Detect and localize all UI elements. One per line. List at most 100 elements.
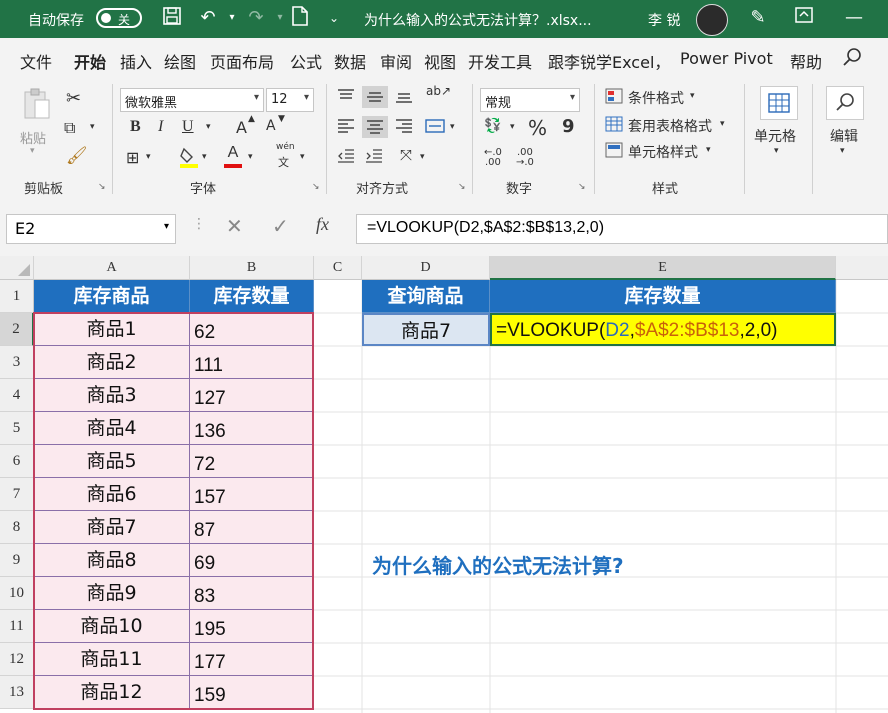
minimize-icon[interactable]: —: [842, 6, 866, 30]
clipboard-launcher-icon[interactable]: ↘: [98, 182, 106, 192]
cells-icon[interactable]: [760, 86, 798, 120]
align-right-icon[interactable]: [394, 118, 414, 138]
font-color-dropdown-icon[interactable]: ▾: [248, 152, 253, 162]
align-middle-icon[interactable]: [362, 86, 388, 108]
tab-help[interactable]: 帮助: [790, 49, 822, 73]
cell-a9[interactable]: 商品8: [34, 544, 190, 577]
user-avatar[interactable]: [696, 4, 728, 36]
tab-developer[interactable]: 开发工具: [468, 49, 532, 73]
cell-b2[interactable]: 62: [190, 313, 314, 346]
new-file-icon[interactable]: [288, 6, 312, 30]
tab-formulas[interactable]: 公式: [290, 49, 322, 73]
cell-b13[interactable]: 159: [190, 676, 314, 709]
row-header-11[interactable]: 11: [0, 610, 34, 643]
paste-dropdown-icon[interactable]: ▾: [30, 146, 35, 156]
cell-b4[interactable]: 127: [190, 379, 314, 412]
cell-b12[interactable]: 177: [190, 643, 314, 676]
cell-b1[interactable]: 库存数量: [190, 280, 314, 313]
borders-icon[interactable]: ⊞: [126, 148, 139, 167]
cell-a7[interactable]: 商品6: [34, 478, 190, 511]
formula-input[interactable]: =VLOOKUP(D2,$A$2:$B$13,2,0): [356, 214, 888, 244]
search-icon[interactable]: [842, 47, 862, 71]
tab-power-pivot[interactable]: Power Pivot: [680, 49, 773, 68]
font-size-select[interactable]: 12 ▾: [266, 88, 314, 112]
cell-a11[interactable]: 商品10: [34, 610, 190, 643]
row-header-9[interactable]: 9: [0, 544, 34, 577]
tab-custom[interactable]: 跟李锐学Excel，: [548, 49, 670, 73]
autosave-toggle[interactable]: 关: [96, 8, 142, 28]
copy-icon[interactable]: ⧉: [64, 118, 75, 138]
fill-color-icon[interactable]: [178, 146, 200, 172]
cell-e2[interactable]: =VLOOKUP(D2,$A$2:$B$13,2,0): [490, 313, 836, 346]
column-header-a[interactable]: A: [34, 256, 190, 280]
orientation-icon[interactable]: ab↗: [426, 84, 451, 98]
tab-insert[interactable]: 插入: [120, 49, 152, 73]
format-as-table-dropdown-icon[interactable]: ▾: [720, 119, 725, 129]
cell-a13[interactable]: 商品12: [34, 676, 190, 709]
fill-color-dropdown-icon[interactable]: ▾: [202, 152, 207, 162]
cell-b11[interactable]: 195: [190, 610, 314, 643]
conditional-format-dropdown-icon[interactable]: ▾: [690, 91, 695, 101]
copy-dropdown-icon[interactable]: ▾: [90, 122, 95, 132]
pen-icon[interactable]: ✎: [746, 6, 770, 30]
number-launcher-icon[interactable]: ↘: [578, 182, 586, 192]
phonetic-button[interactable]: 文: [278, 154, 289, 170]
format-painter-icon[interactable]: 🖌: [66, 146, 88, 166]
column-header-b[interactable]: B: [190, 256, 314, 280]
grow-font-button[interactable]: A: [236, 118, 247, 137]
cell-a10[interactable]: 商品9: [34, 577, 190, 610]
conditional-format-button[interactable]: 条件格式: [628, 88, 684, 108]
row-header-6[interactable]: 6: [0, 445, 34, 478]
currency-dropdown-icon[interactable]: ▾: [510, 122, 515, 132]
paste-button[interactable]: 粘贴: [20, 128, 46, 147]
row-header-8[interactable]: 8: [0, 511, 34, 544]
cell-a1[interactable]: 库存商品: [34, 280, 190, 313]
tab-page-layout[interactable]: 页面布局: [210, 49, 274, 73]
select-all-corner[interactable]: [0, 256, 34, 280]
underline-button[interactable]: U: [182, 118, 194, 136]
cell-b7[interactable]: 157: [190, 478, 314, 511]
editing-button[interactable]: 编辑: [830, 126, 858, 146]
redo-icon[interactable]: ↷: [244, 6, 268, 30]
cell-a8[interactable]: 商品7: [34, 511, 190, 544]
tab-view[interactable]: 视图: [424, 49, 456, 73]
align-left-icon[interactable]: [336, 118, 356, 138]
text-direction-dropdown-icon[interactable]: ▾: [420, 152, 425, 162]
save-icon[interactable]: [160, 6, 184, 30]
cell-a3[interactable]: 商品2: [34, 346, 190, 379]
row-header-3[interactable]: 3: [0, 346, 34, 379]
underline-dropdown-icon[interactable]: ▾: [206, 122, 211, 132]
cell-e1[interactable]: 库存数量: [490, 280, 836, 313]
cell-a5[interactable]: 商品4: [34, 412, 190, 445]
cut-icon[interactable]: ✂: [66, 88, 81, 109]
cell-b3[interactable]: 111: [190, 346, 314, 379]
align-launcher-icon[interactable]: ↘: [458, 182, 466, 192]
row-header-2[interactable]: 2: [0, 313, 34, 346]
enter-icon[interactable]: ✓: [272, 214, 289, 238]
row-header-5[interactable]: 5: [0, 412, 34, 445]
conditional-format-icon[interactable]: [604, 88, 624, 108]
decrease-indent-icon[interactable]: [336, 148, 356, 168]
paste-icon[interactable]: [20, 88, 54, 124]
increase-decimal-icon[interactable]: ←.0.00: [484, 148, 502, 168]
cell-b10[interactable]: 83: [190, 577, 314, 610]
tab-review[interactable]: 审阅: [380, 49, 412, 73]
bold-button[interactable]: B: [130, 118, 141, 136]
cell-b8[interactable]: 87: [190, 511, 314, 544]
font-name-select[interactable]: 微软雅黑 ▾: [120, 88, 264, 112]
column-header-c[interactable]: C: [314, 256, 362, 280]
column-header-d[interactable]: D: [362, 256, 490, 280]
font-color-icon[interactable]: A: [222, 144, 244, 168]
align-center-icon[interactable]: [362, 116, 388, 138]
cell-a2[interactable]: 商品1: [34, 313, 190, 346]
shrink-font-button[interactable]: A: [266, 118, 276, 134]
tab-home[interactable]: 开始: [74, 49, 107, 82]
align-top-icon[interactable]: [336, 88, 356, 108]
comma-button[interactable]: 9: [562, 116, 575, 137]
undo-dropdown-icon[interactable]: ▾: [220, 6, 244, 30]
row-header-7[interactable]: 7: [0, 478, 34, 511]
currency-icon[interactable]: 💱: [484, 118, 501, 134]
cell-d1[interactable]: 查询商品: [362, 280, 490, 313]
row-header-4[interactable]: 4: [0, 379, 34, 412]
phonetic-dropdown-icon[interactable]: ▾: [300, 152, 305, 162]
